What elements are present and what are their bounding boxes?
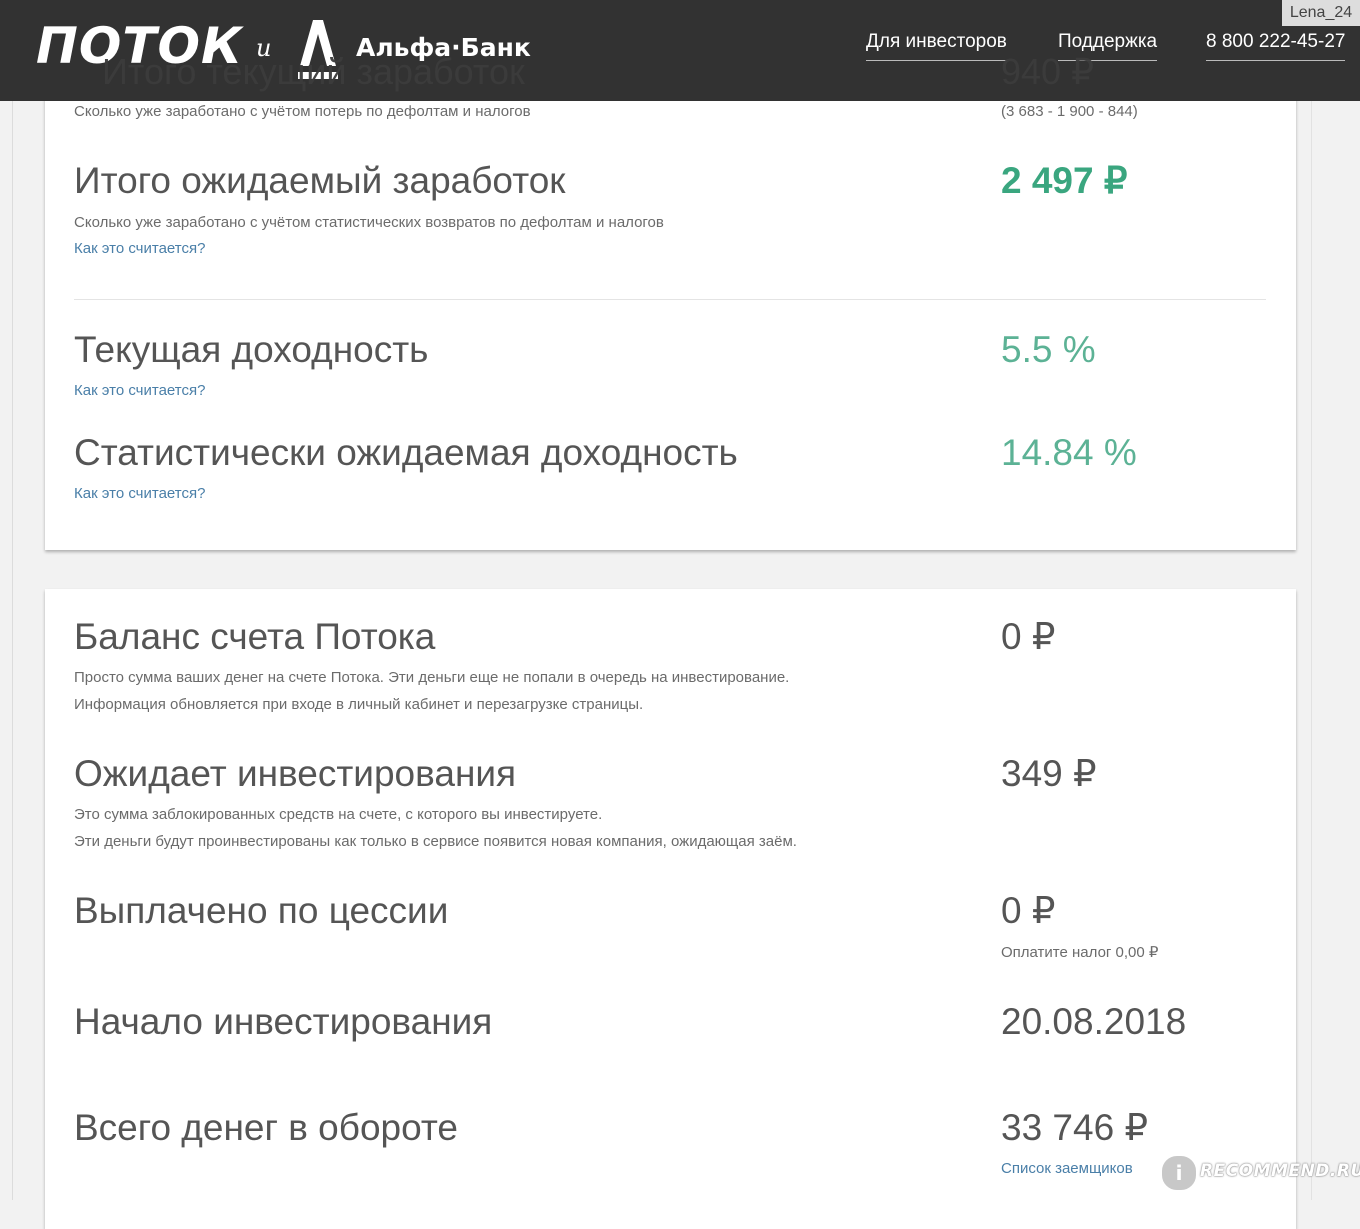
balance-title: Баланс счета Потока [74,616,436,657]
expected-yield-value: 14.84 % [1001,432,1137,473]
current-yield-value: 5.5 % [1001,329,1096,370]
balance-value: 0 ₽ [1001,616,1056,657]
recommend-logo-icon: i [1160,1154,1198,1192]
awaiting-title: Ожидает инвестирования [74,753,517,794]
expected-earnings-value: 2 497 ₽ [1001,160,1128,201]
balance-desc-line1: Просто сумма ваших денег на счете Потока… [74,669,790,686]
section-divider [74,299,1266,300]
recommend-watermark: i RECOMMEND.RU [1160,1150,1360,1194]
awaiting-desc-line1: Это сумма заблокированных средств на сче… [74,806,603,823]
current-earnings-desc: Сколько уже заработано с учётом потерь п… [74,103,531,120]
nav-for-investors[interactable]: Для инвесторов [866,28,1007,61]
nav-phone[interactable]: 8 800 222-45-27 [1206,28,1346,61]
expected-earnings-desc: Сколько уже заработано с учётом статисти… [74,214,664,231]
cession-value: 0 ₽ [1001,890,1056,931]
start-title: Начало инвестирования [74,1001,493,1042]
expected-earnings-how-link[interactable]: Как это считается? [74,239,205,259]
borrowers-list-link[interactable]: Список заемщиков [1001,1159,1133,1179]
expected-earnings-title: Итого ожидаемый заработок [74,160,566,201]
cession-tax-note: Оплатите налог 0,00 ₽ [1001,944,1159,961]
awaiting-desc-line2: Эти деньги будут проинвестированы как то… [74,833,797,850]
recommend-watermark-text: RECOMMEND.RU [1200,1161,1360,1181]
current-yield-title: Текущая доходность [74,329,429,370]
expected-yield-how-link[interactable]: Как это считается? [74,484,205,504]
current-earnings-title: Итого текущий заработок [102,51,525,92]
start-date-value: 20.08.2018 [1001,1001,1187,1042]
page-left-border [12,101,13,1200]
current-yield-how-link[interactable]: Как это считается? [74,381,205,401]
total-value: 33 746 ₽ [1001,1107,1148,1148]
expected-yield-title: Статистически ожидаемая доходность [74,432,738,473]
cession-title: Выплачено по цессии [74,890,449,931]
current-earnings-formula: (3 683 - 1 900 - 844) [1001,103,1138,120]
current-earnings-value: 940 ₽ [1001,51,1094,92]
page-right-border [1311,101,1312,1200]
awaiting-value: 349 ₽ [1001,753,1097,794]
balance-desc-line2: Информация обновляется при входе в личны… [74,696,644,713]
user-badge: Lena_24 [1282,0,1360,26]
total-title: Всего денег в обороте [74,1107,458,1148]
